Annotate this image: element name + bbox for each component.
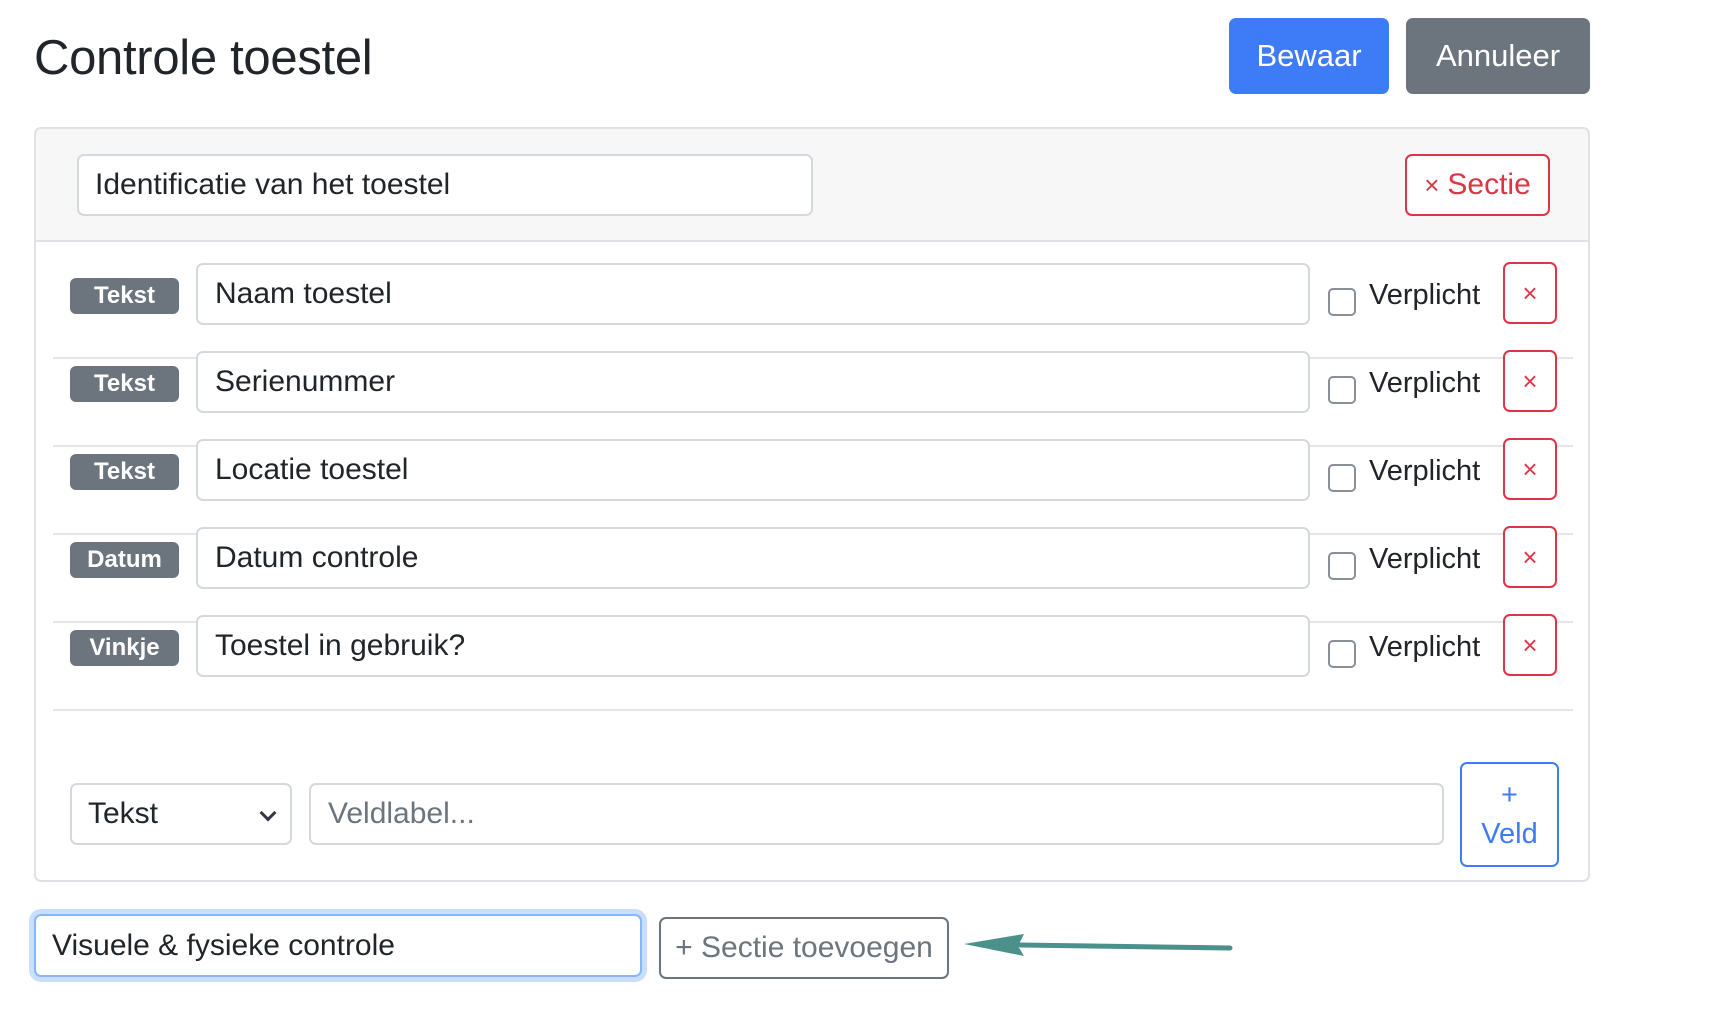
- annotation-arrow-icon: [964, 934, 1233, 956]
- remove-section-label: Sectie: [1447, 168, 1531, 201]
- field-type-selected: Tekst: [88, 797, 159, 830]
- field-type-badge: Vinkje: [70, 630, 179, 666]
- add-section-button[interactable]: + Sectie toevoegen: [659, 917, 949, 979]
- remove-field-button[interactable]: ×: [1503, 614, 1557, 676]
- required-checkbox[interactable]: [1328, 464, 1356, 492]
- page: Controle toestel Bewaar Annuleer × Secti…: [0, 0, 1710, 1034]
- plus-icon: +: [1501, 778, 1518, 811]
- field-label-input[interactable]: [196, 527, 1310, 589]
- close-icon: ×: [1522, 365, 1538, 396]
- cancel-button[interactable]: Annuleer: [1406, 18, 1590, 94]
- field-type-select[interactable]: Tekst: [70, 783, 292, 845]
- field-type-badge: Tekst: [70, 366, 179, 402]
- section-title-input[interactable]: [77, 154, 813, 216]
- field-row: Datum Verplicht ×: [53, 526, 1573, 623]
- field-label-input[interactable]: [196, 615, 1310, 677]
- remove-field-button[interactable]: ×: [1503, 526, 1557, 588]
- remove-field-button[interactable]: ×: [1503, 262, 1557, 324]
- field-row: Tekst Verplicht ×: [53, 262, 1573, 359]
- field-row: Vinkje Verplicht ×: [53, 614, 1573, 711]
- required-checkbox[interactable]: [1328, 288, 1356, 316]
- required-label: Verplicht: [1369, 279, 1481, 311]
- field-row: Tekst Verplicht ×: [53, 438, 1573, 535]
- chevron-down-icon: [259, 804, 277, 822]
- x-icon: ×: [1424, 169, 1440, 200]
- save-button[interactable]: Bewaar: [1229, 18, 1389, 94]
- required-label: Verplicht: [1369, 543, 1481, 575]
- add-field-button[interactable]: + Veld: [1460, 762, 1559, 867]
- field-type-badge: Datum: [70, 542, 179, 578]
- required-label: Verplicht: [1369, 455, 1481, 487]
- remove-section-button[interactable]: × Sectie: [1405, 154, 1550, 216]
- field-type-badge: Tekst: [70, 278, 179, 314]
- section-card: × Sectie Tekst Verplicht × Tekst Verplic…: [34, 127, 1590, 882]
- add-field-label: Veld: [1481, 817, 1538, 850]
- field-type-badge: Tekst: [70, 454, 179, 490]
- field-label-input[interactable]: [196, 439, 1310, 501]
- close-icon: ×: [1522, 629, 1538, 660]
- field-label-input[interactable]: [196, 263, 1310, 325]
- close-icon: ×: [1522, 541, 1538, 572]
- required-checkbox[interactable]: [1328, 640, 1356, 668]
- section-card-header: × Sectie: [36, 129, 1588, 242]
- required-label: Verplicht: [1369, 631, 1481, 663]
- page-title: Controle toestel: [34, 31, 373, 85]
- new-section-title-input[interactable]: [34, 914, 642, 977]
- required-label: Verplicht: [1369, 367, 1481, 399]
- remove-field-button[interactable]: ×: [1503, 350, 1557, 412]
- required-checkbox[interactable]: [1328, 552, 1356, 580]
- close-icon: ×: [1522, 277, 1538, 308]
- field-row: Tekst Verplicht ×: [53, 350, 1573, 447]
- required-checkbox[interactable]: [1328, 376, 1356, 404]
- field-label-input[interactable]: [196, 351, 1310, 413]
- remove-field-button[interactable]: ×: [1503, 438, 1557, 500]
- new-field-label-input[interactable]: [309, 783, 1444, 845]
- close-icon: ×: [1522, 453, 1538, 484]
